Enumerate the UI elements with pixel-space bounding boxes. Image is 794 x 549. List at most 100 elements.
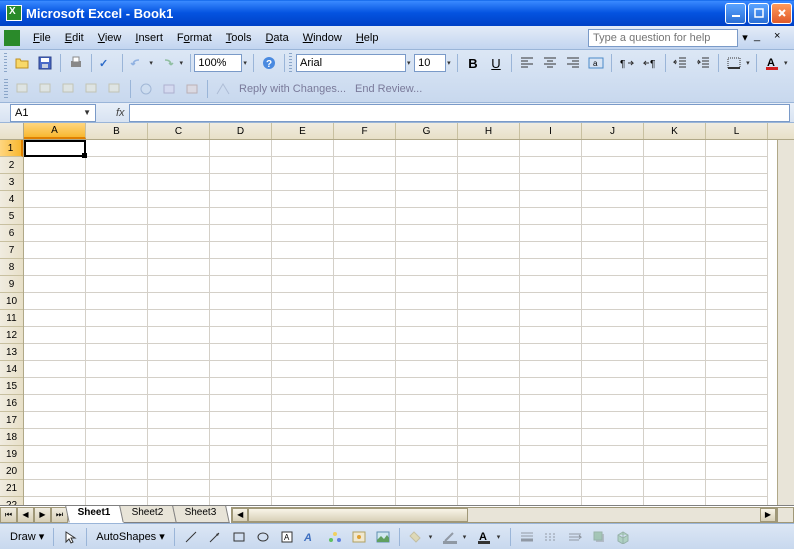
cell[interactable] <box>396 378 458 395</box>
cell[interactable] <box>210 446 272 463</box>
cell[interactable] <box>148 310 210 327</box>
reply-changes-button[interactable]: Reply with Changes... <box>235 83 350 95</box>
cell[interactable] <box>396 174 458 191</box>
spelling-button[interactable]: ✓ <box>96 52 118 74</box>
cell[interactable] <box>148 293 210 310</box>
font-size-dropdown[interactable]: ▾ <box>447 59 453 67</box>
cell[interactable] <box>396 361 458 378</box>
cell[interactable] <box>582 412 644 429</box>
col-header-l[interactable]: L <box>706 123 768 139</box>
cell[interactable] <box>24 225 86 242</box>
col-header-j[interactable]: J <box>582 123 644 139</box>
tab-nav-prev[interactable]: ◀ <box>17 507 34 523</box>
cell[interactable] <box>86 446 148 463</box>
cell[interactable] <box>210 140 272 157</box>
font-dropdown[interactable]: ▾ <box>407 59 413 67</box>
cell[interactable] <box>644 157 706 174</box>
arrow-style-button[interactable] <box>564 526 586 548</box>
row-header-9[interactable]: 9 <box>0 276 23 293</box>
cell[interactable] <box>644 480 706 497</box>
align-left-button[interactable] <box>516 52 538 74</box>
cell[interactable] <box>582 157 644 174</box>
cell[interactable] <box>582 208 644 225</box>
cell[interactable] <box>148 259 210 276</box>
cell[interactable] <box>520 259 582 276</box>
review-btn-8[interactable] <box>181 78 203 100</box>
cell[interactable] <box>582 480 644 497</box>
borders-dropdown[interactable]: ▾ <box>746 59 752 67</box>
cell[interactable] <box>458 259 520 276</box>
draw-menu[interactable]: Draw ▾ <box>6 530 48 543</box>
cell[interactable] <box>272 480 334 497</box>
picture-button[interactable] <box>372 526 394 548</box>
cell[interactable] <box>148 242 210 259</box>
review-btn-5[interactable] <box>104 78 126 100</box>
cell[interactable] <box>582 191 644 208</box>
cell[interactable] <box>582 310 644 327</box>
cell[interactable] <box>458 497 520 505</box>
row-header-16[interactable]: 16 <box>0 395 23 412</box>
cell[interactable] <box>86 327 148 344</box>
cell[interactable] <box>86 310 148 327</box>
cell[interactable] <box>458 463 520 480</box>
cell[interactable] <box>272 191 334 208</box>
cell[interactable] <box>458 429 520 446</box>
dash-style-button[interactable] <box>540 526 562 548</box>
menu-help[interactable]: Help <box>349 30 386 46</box>
row-header-8[interactable]: 8 <box>0 259 23 276</box>
hscroll-thumb[interactable] <box>248 508 468 522</box>
indent-decrease-button[interactable] <box>669 52 691 74</box>
cell[interactable] <box>86 395 148 412</box>
cell[interactable] <box>582 361 644 378</box>
cell[interactable] <box>706 412 768 429</box>
cell[interactable] <box>334 310 396 327</box>
cell[interactable] <box>86 378 148 395</box>
cell[interactable] <box>458 327 520 344</box>
shadow-button[interactable] <box>588 526 610 548</box>
row-header-15[interactable]: 15 <box>0 378 23 395</box>
cell[interactable] <box>24 327 86 344</box>
cell[interactable] <box>396 310 458 327</box>
cell[interactable] <box>86 259 148 276</box>
cell[interactable] <box>210 276 272 293</box>
cell[interactable] <box>272 497 334 505</box>
cell[interactable] <box>582 395 644 412</box>
cell[interactable] <box>520 378 582 395</box>
wordart-button[interactable]: A <box>300 526 322 548</box>
name-box[interactable]: A1 ▼ <box>10 104 96 122</box>
cell[interactable] <box>644 259 706 276</box>
cell[interactable] <box>458 412 520 429</box>
cell[interactable] <box>520 395 582 412</box>
align-right-button[interactable] <box>562 52 584 74</box>
cell[interactable] <box>706 378 768 395</box>
cell[interactable] <box>706 276 768 293</box>
cell[interactable] <box>210 497 272 505</box>
cell[interactable] <box>24 157 86 174</box>
cell[interactable] <box>210 242 272 259</box>
cell[interactable] <box>520 310 582 327</box>
row-header-14[interactable]: 14 <box>0 361 23 378</box>
cell[interactable] <box>24 191 86 208</box>
cell[interactable] <box>520 191 582 208</box>
col-header-i[interactable]: I <box>520 123 582 139</box>
cell[interactable] <box>24 276 86 293</box>
indent-increase-button[interactable] <box>692 52 714 74</box>
cell[interactable] <box>86 293 148 310</box>
cell[interactable] <box>86 276 148 293</box>
cell[interactable] <box>396 344 458 361</box>
cell[interactable] <box>334 446 396 463</box>
cell[interactable] <box>334 480 396 497</box>
hscroll-left[interactable]: ◀ <box>232 508 248 522</box>
diagram-button[interactable] <box>324 526 346 548</box>
cell[interactable] <box>210 480 272 497</box>
cell[interactable] <box>396 480 458 497</box>
col-header-f[interactable]: F <box>334 123 396 139</box>
col-header-h[interactable]: H <box>458 123 520 139</box>
cell[interactable] <box>24 140 86 157</box>
cell[interactable] <box>148 412 210 429</box>
cell[interactable] <box>148 225 210 242</box>
cell[interactable] <box>644 293 706 310</box>
cell[interactable] <box>458 344 520 361</box>
row-header-1[interactable]: 1 <box>0 140 23 157</box>
cell[interactable] <box>334 412 396 429</box>
